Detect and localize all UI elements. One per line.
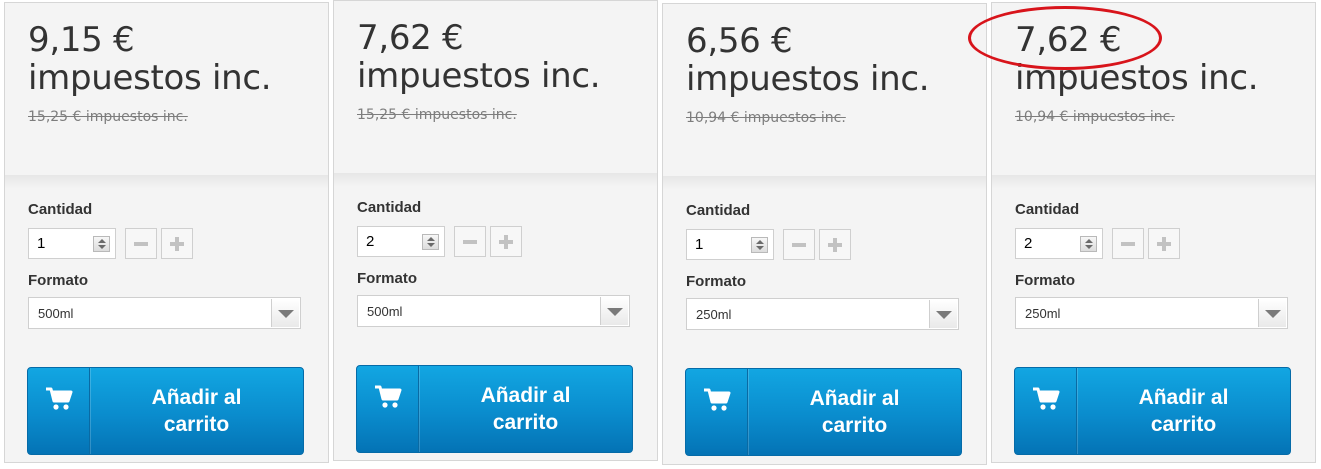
product-card: 6,56 € impuestos inc. 10,94 € impuestos … (662, 3, 987, 465)
spinner-icon[interactable] (1080, 236, 1097, 252)
quantity-minus-button[interactable] (783, 229, 815, 260)
format-value: 250ml (696, 307, 732, 322)
chevron-down-icon[interactable] (1258, 299, 1286, 327)
add-to-cart-button[interactable]: Añadir al carrito (27, 367, 304, 455)
format-select[interactable]: 250ml (686, 298, 959, 330)
quantity-plus-button[interactable] (1148, 228, 1180, 259)
quantity-plus-button[interactable] (161, 228, 193, 259)
format-value: 250ml (1025, 306, 1061, 321)
old-price: 10,94 € impuestos inc. (686, 110, 846, 126)
current-price: 7,62 € impuestos inc. (1015, 20, 1259, 98)
format-label: Formato (1015, 272, 1075, 289)
quantity-value: 2 (366, 233, 375, 250)
quantity-label: Cantidad (1015, 201, 1080, 218)
format-select[interactable]: 500ml (28, 297, 301, 329)
spinner-icon[interactable] (422, 234, 439, 250)
quantity-value: 1 (37, 235, 46, 252)
add-to-cart-label: Añadir al carrito (151, 386, 242, 436)
format-select[interactable]: 500ml (357, 295, 630, 327)
shopping-cart-icon (1033, 387, 1060, 410)
current-price: 7,62 € impuestos inc. (357, 18, 601, 96)
product-card: 9,15 € impuestos inc. 15,25 € impuestos … (4, 2, 329, 463)
add-to-cart-button[interactable]: Añadir al carrito (356, 365, 633, 453)
quantity-plus-button[interactable] (490, 226, 522, 257)
format-value: 500ml (367, 304, 403, 319)
product-options: Cantidad 1 Formato 500ml (5, 175, 328, 353)
spinner-icon[interactable] (751, 237, 768, 253)
add-to-cart-label: Añadir al carrito (809, 387, 900, 437)
format-label: Formato (357, 270, 417, 287)
quantity-input[interactable]: 1 (686, 229, 774, 260)
add-to-cart-label: Añadir al carrito (480, 384, 571, 434)
format-label: Formato (686, 273, 746, 290)
price-box: 9,15 € impuestos inc. 15,25 € impuestos … (5, 3, 328, 173)
shopping-cart-icon (46, 387, 73, 410)
chevron-down-icon[interactable] (271, 299, 299, 327)
old-price: 10,94 € impuestos inc. (1015, 109, 1175, 125)
product-options: Cantidad 2 Formato 250ml (992, 175, 1315, 353)
price-box: 7,62 € impuestos inc. 15,25 € impuestos … (334, 1, 657, 171)
quantity-minus-button[interactable] (454, 226, 486, 257)
format-value: 500ml (38, 306, 74, 321)
product-card: 7,62 € impuestos inc. 15,25 € impuestos … (333, 0, 658, 461)
add-to-cart-button[interactable]: Añadir al carrito (1014, 367, 1291, 455)
quantity-input[interactable]: 2 (1015, 228, 1103, 259)
shopping-cart-icon (375, 385, 402, 408)
add-to-cart-button[interactable]: Añadir al carrito (685, 368, 962, 456)
product-options: Cantidad 2 Formato 500ml (334, 173, 657, 351)
chevron-down-icon[interactable] (929, 300, 957, 328)
format-label: Formato (28, 272, 88, 289)
quantity-minus-button[interactable] (1112, 228, 1144, 259)
quantity-input[interactable]: 1 (28, 228, 116, 259)
old-price: 15,25 € impuestos inc. (357, 107, 517, 123)
price-box: 6,56 € impuestos inc. 10,94 € impuestos … (663, 4, 986, 174)
quantity-label: Cantidad (357, 199, 422, 216)
price-box: 7,62 € impuestos inc. 10,94 € impuestos … (992, 3, 1315, 173)
quantity-label: Cantidad (686, 202, 751, 219)
chevron-down-icon[interactable] (600, 297, 628, 325)
quantity-plus-button[interactable] (819, 229, 851, 260)
add-to-cart-label: Añadir al carrito (1138, 386, 1229, 436)
spinner-icon[interactable] (93, 236, 110, 252)
quantity-input[interactable]: 2 (357, 226, 445, 257)
current-price: 6,56 € impuestos inc. (686, 21, 930, 99)
shopping-cart-icon (704, 388, 731, 411)
quantity-label: Cantidad (28, 201, 93, 218)
quantity-minus-button[interactable] (125, 228, 157, 259)
product-options: Cantidad 1 Formato 250ml (663, 176, 986, 354)
quantity-value: 1 (695, 236, 704, 253)
old-price: 15,25 € impuestos inc. (28, 109, 188, 125)
product-card: 7,62 € impuestos inc. 10,94 € impuestos … (991, 2, 1316, 463)
format-select[interactable]: 250ml (1015, 297, 1288, 329)
quantity-value: 2 (1024, 235, 1033, 252)
current-price: 9,15 € impuestos inc. (28, 20, 272, 98)
